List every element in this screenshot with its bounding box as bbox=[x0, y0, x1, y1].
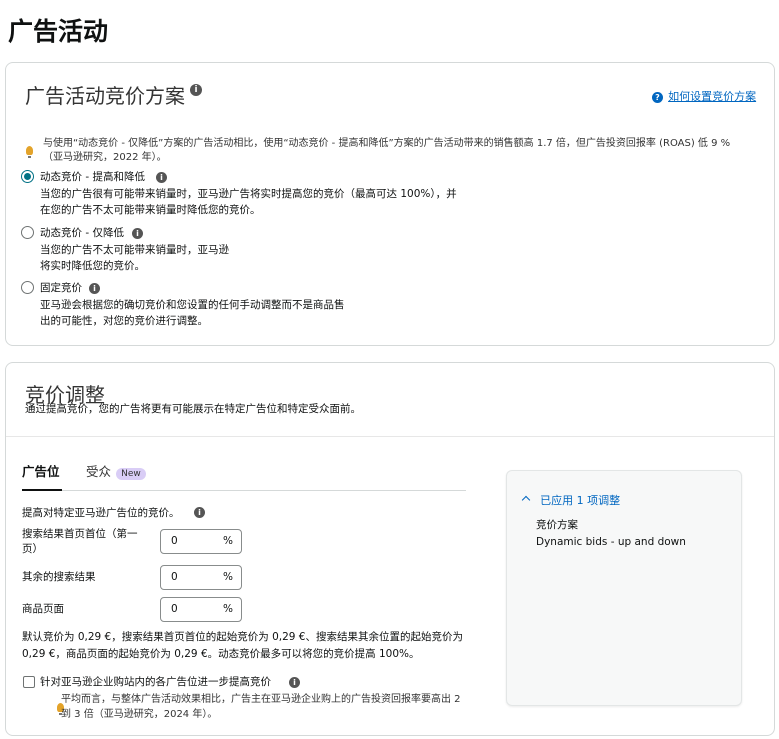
info-icon[interactable]: i bbox=[132, 228, 143, 239]
how-to-set-bidding-link[interactable]: 如何设置竞价方案 bbox=[668, 90, 756, 103]
lightbulb-icon bbox=[26, 146, 33, 158]
applied-adjustments-toggle[interactable]: 已应用 1 项调整 bbox=[521, 489, 621, 508]
tab-audiences[interactable]: 受众 New bbox=[86, 461, 146, 480]
radio-fixed-bids[interactable] bbox=[21, 281, 34, 294]
active-tab-indicator bbox=[22, 489, 62, 491]
option-label: 动态竞价 - 提高和降低 bbox=[40, 171, 145, 183]
help-icon: ? bbox=[652, 92, 663, 103]
bidding-tip-text: 与使用“动态竞价 - 仅降低”方案的广告活动相比，使用“动态竞价 - 提高和降低… bbox=[43, 138, 731, 149]
tab-audiences-label: 受众 bbox=[86, 464, 112, 479]
option-label: 动态竞价 - 仅降低 bbox=[40, 227, 124, 239]
default-bid-note-line2: 0,29 €，商品页面的起始竞价为 0,29 €。动态竞价最多可以将您的竞价提高… bbox=[22, 648, 420, 660]
info-icon[interactable]: i bbox=[156, 172, 167, 183]
default-bid-note: 默认竞价为 0,29 €，搜索结果首页首位的起始竞价为 0,29 €、搜索结果其… bbox=[22, 631, 463, 643]
top-of-search-input-box[interactable]: % bbox=[160, 529, 242, 554]
top-of-search-percent-input[interactable] bbox=[171, 535, 221, 547]
b2b-bid-label[interactable]: 针对亚马逊企业购站内的各广告位进一步提高竞价 bbox=[40, 674, 271, 690]
option-description: 出的可能性，对您的竞价进行调整。 bbox=[40, 315, 208, 327]
percent-unit: % bbox=[223, 603, 233, 615]
increase-bid-label: 提高对特定亚马逊广告位的竞价。 bbox=[22, 507, 180, 519]
bid-adjustments-subtitle: 通过提高竞价，您的广告将更有可能展示在特定广告位和特定受众面前。 bbox=[25, 403, 361, 415]
info-icon[interactable]: i bbox=[194, 507, 205, 518]
placement-label-product-pages: 商品页面 bbox=[22, 603, 64, 615]
divider bbox=[6, 436, 774, 437]
option-description: 当您的广告不太可能带来销量时，亚马逊 bbox=[40, 244, 229, 256]
tab-bar-line bbox=[22, 490, 466, 491]
help-link-container[interactable]: ? 如何设置竞价方案 bbox=[652, 85, 756, 104]
panel-item-value: Dynamic bids - up and down bbox=[536, 536, 686, 548]
b2b-tip-text: 平均而言，与整体广告活动效果相比，广告主在亚马逊企业购上的广告投资回报率要高出 … bbox=[61, 694, 461, 705]
panel-item-label: 竞价方案 bbox=[536, 519, 578, 531]
percent-unit: % bbox=[223, 535, 233, 547]
bidding-strategy-title: 广告活动竞价方案 bbox=[25, 84, 185, 108]
option-label: 固定竞价 bbox=[40, 282, 82, 294]
option-description: 在您的广告不太可能带来销量时降低您的竞价。 bbox=[40, 204, 261, 216]
placement-label-top-of-search-line2: 页） bbox=[22, 543, 43, 555]
radio-dynamic-up-down[interactable] bbox=[21, 170, 34, 183]
product-pages-input-box[interactable]: % bbox=[160, 597, 242, 622]
product-pages-percent-input[interactable] bbox=[171, 603, 221, 615]
page-title: 广告活动 bbox=[8, 17, 109, 46]
placement-label-rest-of-search: 其余的搜索结果 bbox=[22, 571, 96, 583]
bidding-tip-source: （亚马逊研究，2022 年）。 bbox=[43, 152, 167, 163]
option-description: 当您的广告很有可能带来销量时，亚马逊广告将实时提高您的竞价（最高可达 100%）… bbox=[40, 188, 457, 200]
applied-adjustments-header: 已应用 1 项调整 bbox=[540, 494, 621, 507]
info-icon[interactable]: i bbox=[289, 677, 300, 688]
b2b-bid-checkbox[interactable] bbox=[23, 676, 35, 688]
tab-placements[interactable]: 广告位 bbox=[22, 461, 60, 480]
option-description: 亚马逊会根据您的确切竞价和您设置的任何手动调整而不是商品售 bbox=[40, 299, 345, 311]
percent-unit: % bbox=[223, 571, 233, 583]
b2b-tip-text-line2: 到 3 倍（亚马逊研究，2024 年）。 bbox=[61, 709, 218, 720]
placement-label-top-of-search: 搜索结果首页首位（第一 bbox=[22, 528, 138, 540]
rest-of-search-input-box[interactable]: % bbox=[160, 565, 242, 590]
rest-of-search-percent-input[interactable] bbox=[171, 571, 221, 583]
info-icon[interactable]: i bbox=[190, 84, 202, 96]
option-description: 将实时降低您的竞价。 bbox=[40, 260, 145, 272]
new-badge: New bbox=[116, 468, 146, 480]
radio-dynamic-down-only[interactable] bbox=[21, 226, 34, 239]
chevron-up-icon bbox=[521, 495, 531, 504]
info-icon[interactable]: i bbox=[89, 283, 100, 294]
